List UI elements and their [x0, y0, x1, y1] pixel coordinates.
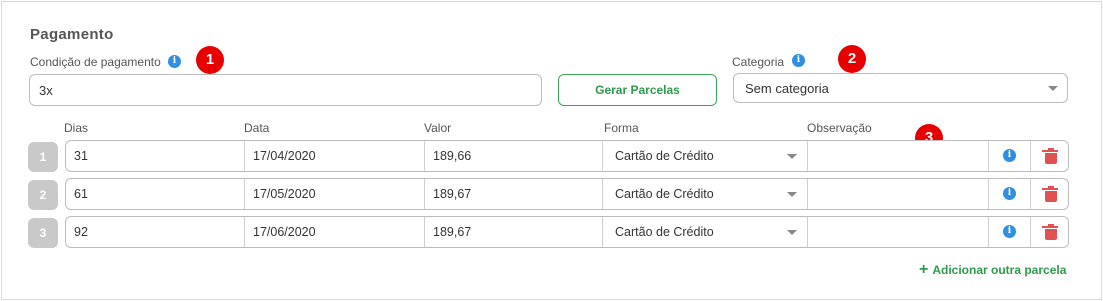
gerar-parcelas-button[interactable]: Gerar Parcelas [558, 74, 717, 106]
row-info-button[interactable]: i [988, 217, 1030, 247]
dias-input[interactable]: 92 [66, 217, 244, 247]
observacao-input[interactable] [807, 179, 988, 209]
chevron-down-icon [787, 230, 797, 235]
col-header-data: Data [244, 121, 270, 135]
valor-input[interactable]: 189,67 [424, 179, 602, 209]
forma-select[interactable]: Cartão de Crédito [602, 179, 807, 209]
trash-icon [1042, 186, 1058, 202]
forma-value: Cartão de Crédito [615, 149, 714, 163]
annotation-badge-1: 1 [196, 46, 224, 74]
data-input[interactable]: 17/06/2020 [244, 217, 424, 247]
trash-icon [1042, 224, 1058, 240]
valor-input[interactable]: 189,67 [424, 217, 602, 247]
condicao-value: 3x [39, 82, 53, 98]
delete-row-button[interactable] [1030, 179, 1068, 209]
col-header-valor: Valor [424, 121, 452, 135]
condicao-label: Condição de pagamento [30, 55, 161, 69]
dias-input[interactable]: 31 [66, 141, 244, 171]
data-input[interactable]: 17/05/2020 [244, 179, 424, 209]
info-icon: i [1003, 187, 1016, 200]
info-icon[interactable]: i [792, 54, 805, 67]
dias-input[interactable]: 61 [66, 179, 244, 209]
delete-row-button[interactable] [1030, 141, 1068, 171]
add-parcela-label: Adicionar outra parcela [932, 263, 1067, 277]
annotation-badge-2: 2 [838, 45, 866, 73]
categoria-value: Sem categoria [745, 80, 829, 96]
col-header-forma: Forma [604, 121, 639, 135]
row-number: 3 [28, 218, 58, 248]
chevron-down-icon [787, 154, 797, 159]
forma-value: Cartão de Crédito [615, 225, 714, 239]
col-header-observacao: Observação [807, 121, 872, 135]
row-info-button[interactable]: i [988, 179, 1030, 209]
row-number: 1 [28, 142, 58, 172]
trash-icon [1042, 148, 1058, 164]
delete-row-button[interactable] [1030, 217, 1068, 247]
valor-input[interactable]: 189,66 [424, 141, 602, 171]
col-header-dias: Dias [64, 121, 89, 135]
chevron-down-icon [1048, 86, 1058, 91]
data-input[interactable]: 17/04/2020 [244, 141, 424, 171]
payment-panel: Pagamento Condição de pagamento i 1 3x G… [1, 1, 1102, 300]
plus-icon: + [919, 261, 929, 278]
add-parcela-link[interactable]: + Adicionar outra parcela [919, 261, 1067, 278]
row-info-button[interactable]: i [988, 141, 1030, 171]
chevron-down-icon [787, 192, 797, 197]
condicao-input[interactable]: 3x [29, 74, 542, 106]
row-number: 2 [28, 180, 58, 210]
forma-select[interactable]: Cartão de Crédito [602, 141, 807, 171]
table-row: 61 17/05/2020 189,67 Cartão de Crédito i [65, 178, 1069, 210]
categoria-label: Categoria [732, 55, 785, 69]
info-icon[interactable]: i [168, 55, 181, 68]
table-row: 31 17/04/2020 189,66 Cartão de Crédito i [65, 140, 1069, 172]
categoria-select[interactable]: Sem categoria [733, 73, 1068, 103]
info-icon: i [1003, 149, 1016, 162]
forma-select[interactable]: Cartão de Crédito [602, 217, 807, 247]
section-title: Pagamento [30, 26, 114, 43]
observacao-input[interactable] [807, 217, 988, 247]
observacao-input[interactable] [807, 141, 988, 171]
info-icon: i [1003, 225, 1016, 238]
table-row: 92 17/06/2020 189,67 Cartão de Crédito i [65, 216, 1069, 248]
forma-value: Cartão de Crédito [615, 187, 714, 201]
